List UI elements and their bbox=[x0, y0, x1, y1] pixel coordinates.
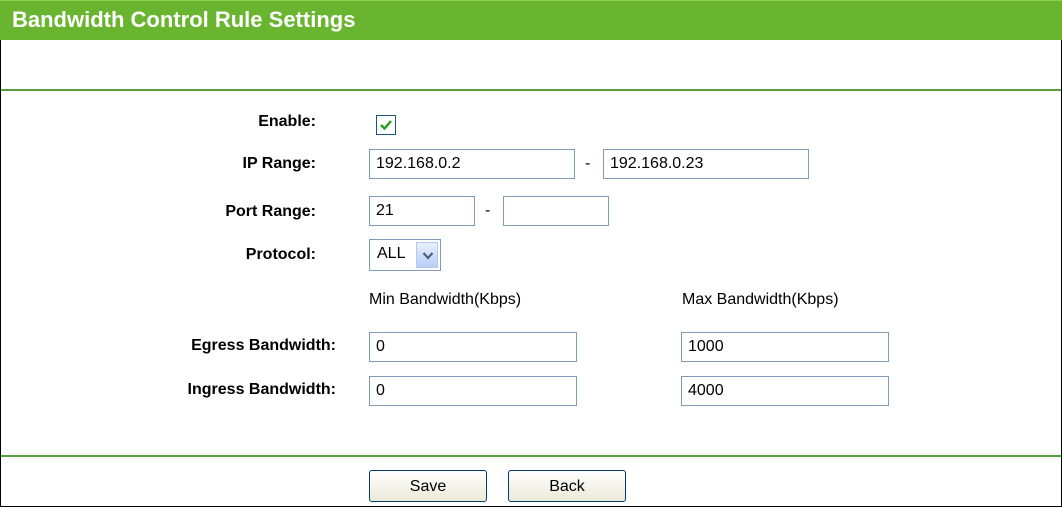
egress-min-input[interactable] bbox=[369, 332, 577, 362]
max-bandwidth-header: Max Bandwidth(Kbps) bbox=[682, 291, 839, 308]
ingress-min-input[interactable] bbox=[369, 376, 577, 406]
port-range-label: Port Range: bbox=[225, 203, 316, 220]
ingress-max-input[interactable] bbox=[681, 376, 889, 406]
protocol-select[interactable]: ALL bbox=[369, 239, 441, 271]
ip-end-input[interactable] bbox=[603, 149, 809, 179]
checkmark-icon bbox=[380, 120, 392, 131]
ip-range-separator: - bbox=[585, 155, 591, 172]
ip-range-label: IP Range: bbox=[242, 155, 317, 172]
port-end-input[interactable] bbox=[503, 196, 609, 226]
min-bandwidth-header: Min Bandwidth(Kbps) bbox=[369, 291, 522, 308]
save-button[interactable]: Save bbox=[369, 470, 487, 502]
port-range-separator: - bbox=[485, 202, 491, 219]
enable-checkbox[interactable] bbox=[376, 115, 396, 135]
page-title: Bandwidth Control Rule Settings bbox=[12, 7, 356, 32]
dropdown-button[interactable] bbox=[416, 242, 438, 268]
protocol-selected-value: ALL bbox=[377, 245, 406, 262]
bottom-divider bbox=[1, 455, 1061, 457]
egress-max-input[interactable] bbox=[681, 332, 889, 362]
enable-label: Enable: bbox=[258, 113, 316, 130]
section-header: Bandwidth Control Rule Settings bbox=[0, 0, 1062, 40]
back-button[interactable]: Back bbox=[508, 470, 626, 502]
chevron-down-icon bbox=[422, 252, 434, 260]
ip-start-input[interactable] bbox=[369, 149, 575, 179]
port-start-input[interactable] bbox=[369, 196, 475, 226]
top-divider bbox=[1, 89, 1061, 91]
ingress-bandwidth-label: Ingress Bandwidth: bbox=[187, 381, 336, 398]
egress-bandwidth-label: Egress Bandwidth: bbox=[191, 337, 336, 354]
protocol-label: Protocol: bbox=[245, 246, 316, 263]
